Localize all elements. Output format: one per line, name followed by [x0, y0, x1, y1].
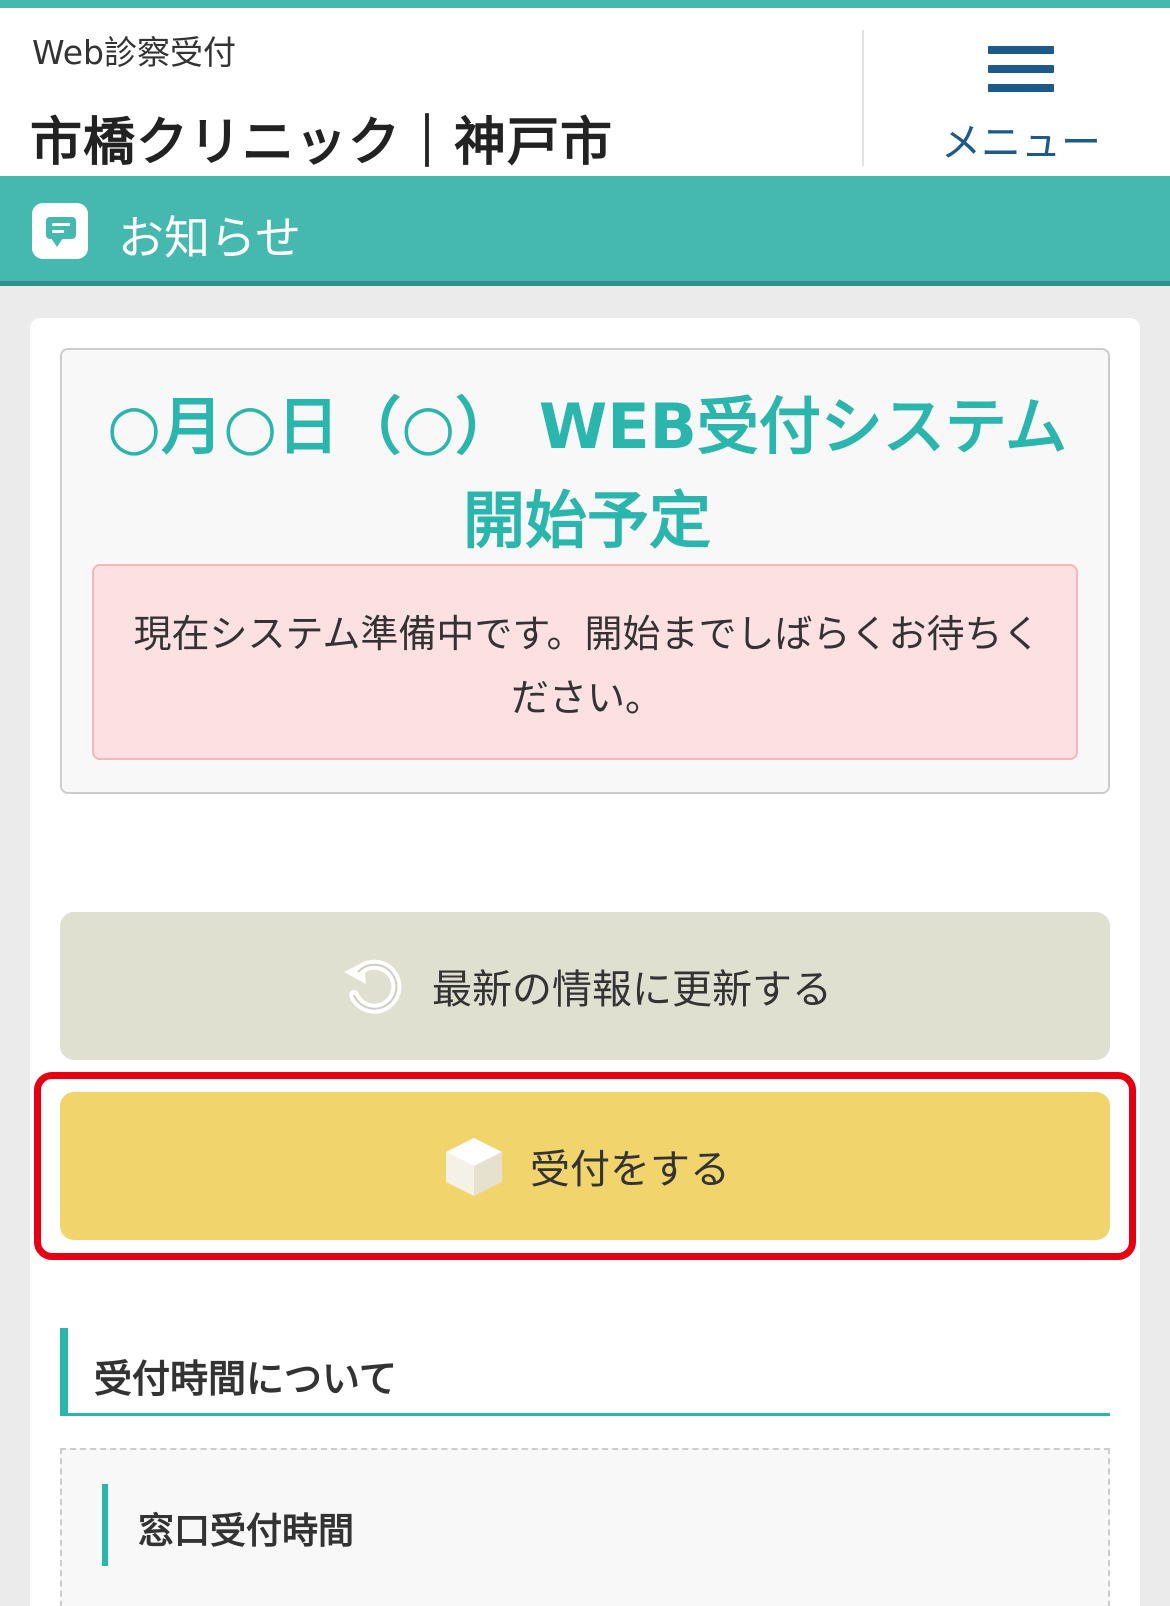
service-subtitle: Web診察受付	[32, 33, 236, 72]
refresh-icon	[344, 959, 402, 1014]
alert-box: 現在システム準備中です。開始までしばらくお待ちください。	[92, 564, 1078, 760]
menu-button[interactable]: メニュー	[880, 30, 1150, 170]
announcement-title: ○月○日（○） WEB受付システム開始予定	[106, 390, 1068, 557]
main-content: ○月○日（○） WEB受付システム開始予定 現在システム準備中です。開始までしば…	[30, 318, 1140, 1606]
hamburger-icon	[988, 46, 1054, 92]
counter-hours-box: 窓口受付時間	[60, 1448, 1110, 1606]
section-heading-reception-hours: 受付時間について	[60, 1328, 1110, 1416]
menu-label: メニュー	[941, 120, 1101, 166]
reserve-button[interactable]: 受付をする	[60, 1092, 1110, 1240]
sub-heading-label: 窓口受付時間	[138, 1511, 355, 1552]
notice-title: お知らせ	[118, 211, 302, 265]
refresh-button-label: 最新の情報に更新する	[432, 967, 832, 1013]
box-icon	[446, 1138, 502, 1196]
clinic-name[interactable]: 市橋クリニック｜神戸市	[30, 100, 613, 175]
app-header: Web診察受付 市橋クリニック｜神戸市 メニュー	[0, 0, 1170, 176]
chat-bubble-icon	[32, 203, 88, 259]
refresh-button[interactable]: 最新の情報に更新する	[60, 912, 1110, 1060]
alert-message: 現在システム準備中です。開始までしばらくお待ちください。	[133, 612, 1041, 720]
reserve-button-label: 受付をする	[530, 1147, 730, 1193]
header-divider	[862, 30, 864, 166]
announcement-card: ○月○日（○） WEB受付システム開始予定 現在システム準備中です。開始までしば…	[60, 348, 1110, 794]
notice-bar: お知らせ	[0, 176, 1170, 286]
section-heading-label: 受付時間について	[94, 1357, 397, 1401]
sub-heading-counter-hours: 窓口受付時間	[102, 1484, 354, 1566]
